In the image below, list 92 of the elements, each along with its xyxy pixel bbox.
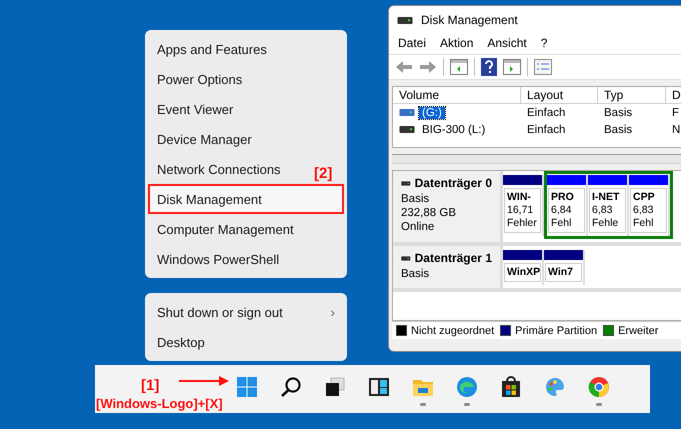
partition-bar bbox=[503, 175, 542, 185]
partition-size: 16,71 bbox=[507, 204, 534, 217]
table-cell[interactable]: (G:) bbox=[419, 106, 445, 118]
running-indicator bbox=[420, 403, 426, 406]
partition-size: 6,84 bbox=[551, 204, 572, 217]
menu-item[interactable]: Computer Management bbox=[148, 214, 303, 244]
partition-status: Fehl bbox=[551, 217, 572, 230]
shopping-bag-icon bbox=[499, 375, 523, 399]
column-header[interactable]: Typ bbox=[598, 87, 666, 103]
menu-item[interactable]: Event Viewer bbox=[148, 94, 242, 124]
partition-size: 6,83 bbox=[633, 204, 654, 217]
partition-block[interactable]: Win7 bbox=[545, 263, 582, 282]
drive-icon bbox=[399, 108, 415, 117]
partition-name: WinXP bbox=[507, 266, 538, 279]
running-indicator bbox=[464, 403, 470, 406]
menu-bar-item[interactable]: Ansicht bbox=[487, 36, 527, 52]
forward-arrow-icon[interactable] bbox=[419, 60, 437, 74]
menu-item[interactable]: Network Connections bbox=[148, 154, 290, 184]
partition-name: WIN- bbox=[507, 191, 532, 204]
submenu-arrow: › bbox=[330, 304, 335, 320]
table-cell[interactable]: BIG-300 (L:) bbox=[419, 124, 488, 136]
search-icon bbox=[279, 375, 303, 399]
panel-icon[interactable] bbox=[450, 59, 468, 75]
widgets-icon bbox=[367, 375, 391, 399]
partition-block[interactable]: I-NET 6,83 Fehle bbox=[589, 188, 626, 233]
disk-name: Datenträger 1 bbox=[414, 251, 492, 266]
partition-status: Fehler bbox=[507, 217, 538, 230]
partition-bar bbox=[544, 250, 583, 260]
partition-bar bbox=[503, 250, 542, 260]
palette-icon bbox=[543, 375, 567, 399]
partition-name: PRO bbox=[551, 191, 575, 204]
drive-icon bbox=[401, 254, 411, 263]
browser-icon bbox=[587, 375, 611, 399]
menu-item[interactable]: Disk Management bbox=[148, 184, 344, 214]
legend-label: Nicht zugeordnet bbox=[411, 324, 494, 336]
task-view-icon bbox=[323, 375, 347, 399]
partition-bar bbox=[629, 175, 668, 185]
menu-item[interactable]: Apps and Features bbox=[148, 34, 276, 64]
partition-status: Fehl bbox=[633, 217, 654, 230]
menu-item[interactable]: Power Options bbox=[148, 64, 252, 94]
partition-block[interactable]: CPP 6,83 Fehl bbox=[630, 188, 667, 233]
partition-name: CPP bbox=[633, 191, 656, 204]
menu-item[interactable]: Shut down or sign out › bbox=[148, 297, 344, 327]
partition-block[interactable]: WinXP bbox=[504, 263, 541, 282]
column-header[interactable]: Layout bbox=[521, 87, 598, 103]
menu-item-label: Desktop bbox=[157, 334, 205, 350]
menu-item[interactable]: Device Manager bbox=[148, 124, 261, 154]
back-arrow-icon[interactable] bbox=[395, 60, 413, 74]
disk-detail: Basis bbox=[401, 267, 430, 281]
window-title: Disk Management bbox=[421, 13, 518, 27]
drive-icon bbox=[399, 125, 415, 134]
table-cell-text: N bbox=[671, 124, 681, 136]
table-cell-text: Basis bbox=[603, 124, 634, 136]
menu-bar-item[interactable]: Aktion bbox=[440, 36, 474, 52]
drive-icon bbox=[397, 16, 413, 24]
menu-item[interactable]: Windows PowerShell bbox=[148, 244, 288, 274]
legend-label: Erweiter bbox=[618, 324, 658, 336]
column-header[interactable]: Volume bbox=[393, 87, 521, 103]
menu-item[interactable]: Desktop bbox=[148, 327, 344, 357]
partition-block[interactable]: WIN- 16,71 Fehler bbox=[504, 188, 541, 233]
partition-status: Fehle bbox=[592, 217, 620, 230]
disk-detail: 232,88 GB bbox=[401, 206, 457, 220]
shortcut-label: [Windows-Logo]+[X] bbox=[96, 396, 223, 411]
disk-detail: Basis bbox=[401, 192, 430, 206]
disk-detail: Online bbox=[401, 220, 436, 234]
running-indicator bbox=[596, 403, 602, 406]
disk-name: Datenträger 0 bbox=[414, 176, 492, 191]
panel-icon[interactable] bbox=[503, 59, 521, 75]
legend-label: Primäre Partition bbox=[515, 324, 598, 336]
browser-icon bbox=[455, 375, 479, 399]
checklist-icon[interactable] bbox=[534, 59, 552, 75]
drive-icon bbox=[401, 179, 411, 188]
partition-name: Win7 bbox=[548, 266, 574, 279]
partition-size: 6,83 bbox=[592, 204, 614, 217]
table-cell-text: Basis bbox=[603, 106, 634, 118]
arrow bbox=[179, 376, 229, 386]
table-cell-text: Einfach bbox=[526, 106, 566, 118]
partition-block[interactable]: PRO 6,84 Fehl bbox=[548, 188, 585, 233]
menu-item-label: Shut down or sign out bbox=[157, 304, 283, 320]
menu-bar-item[interactable]: ? bbox=[540, 36, 548, 52]
partition-bar bbox=[588, 175, 627, 185]
splitter[interactable] bbox=[392, 154, 681, 164]
table-cell-text: Einfach bbox=[526, 124, 566, 136]
windows-logo-icon bbox=[235, 375, 259, 399]
partition-name: I-NET bbox=[592, 191, 620, 204]
column-header[interactable]: D bbox=[666, 87, 681, 103]
partition-bar bbox=[547, 175, 586, 185]
menu-bar-item[interactable]: Datei bbox=[398, 36, 426, 52]
help-icon[interactable] bbox=[481, 58, 497, 76]
step-label: [1] bbox=[141, 377, 160, 394]
step-label: [2] bbox=[314, 165, 332, 182]
table-cell-text: F bbox=[671, 106, 680, 118]
